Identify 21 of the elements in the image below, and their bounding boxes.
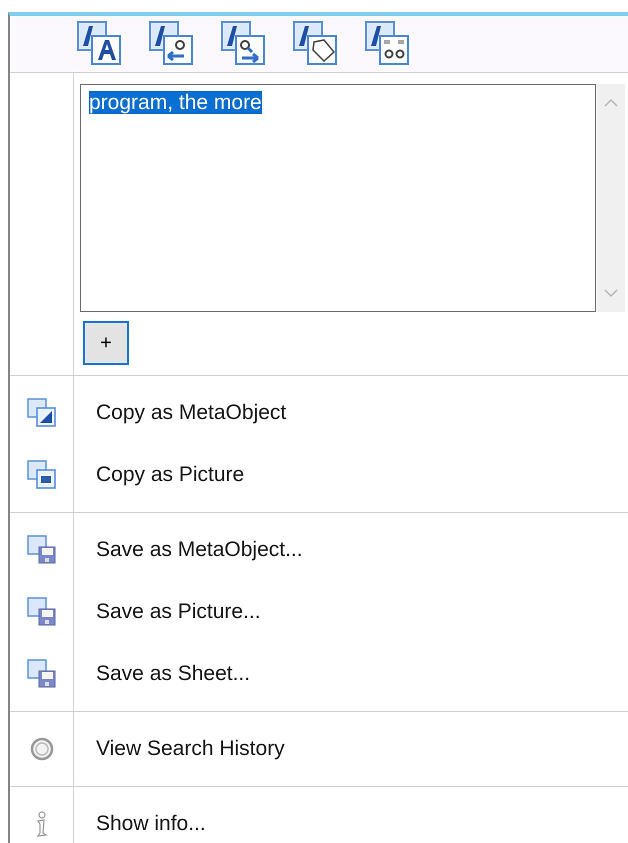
copy-object-icon	[26, 398, 56, 428]
tag-icon[interactable]	[292, 20, 340, 68]
menu-item[interactable]: Copy as Picture	[96, 444, 244, 512]
save-object-icon	[26, 535, 56, 565]
text-area[interactable]: program, the more	[80, 84, 596, 312]
menu-item[interactable]: Show info...	[96, 787, 206, 843]
text-area-value: program, the more	[89, 91, 262, 114]
search-back-icon[interactable]	[148, 20, 196, 68]
save-sheet-icon	[26, 659, 56, 689]
add-button[interactable]: +	[83, 321, 129, 365]
menu-item[interactable]: Save as Sheet...	[96, 643, 250, 711]
copy-picture-icon	[26, 460, 56, 490]
font-icon[interactable]	[76, 20, 124, 68]
save-picture-icon	[26, 597, 56, 627]
info-icon	[36, 811, 48, 837]
menu-item[interactable]: Save as Picture...	[96, 581, 261, 643]
menu-item[interactable]: View Search History	[96, 712, 285, 786]
menu-item[interactable]: Save as MetaObject...	[96, 513, 303, 581]
search-forward-icon[interactable]	[220, 20, 268, 68]
menu-item[interactable]: Copy as MetaObject	[96, 376, 286, 444]
compare-search-icon[interactable]	[364, 20, 412, 68]
